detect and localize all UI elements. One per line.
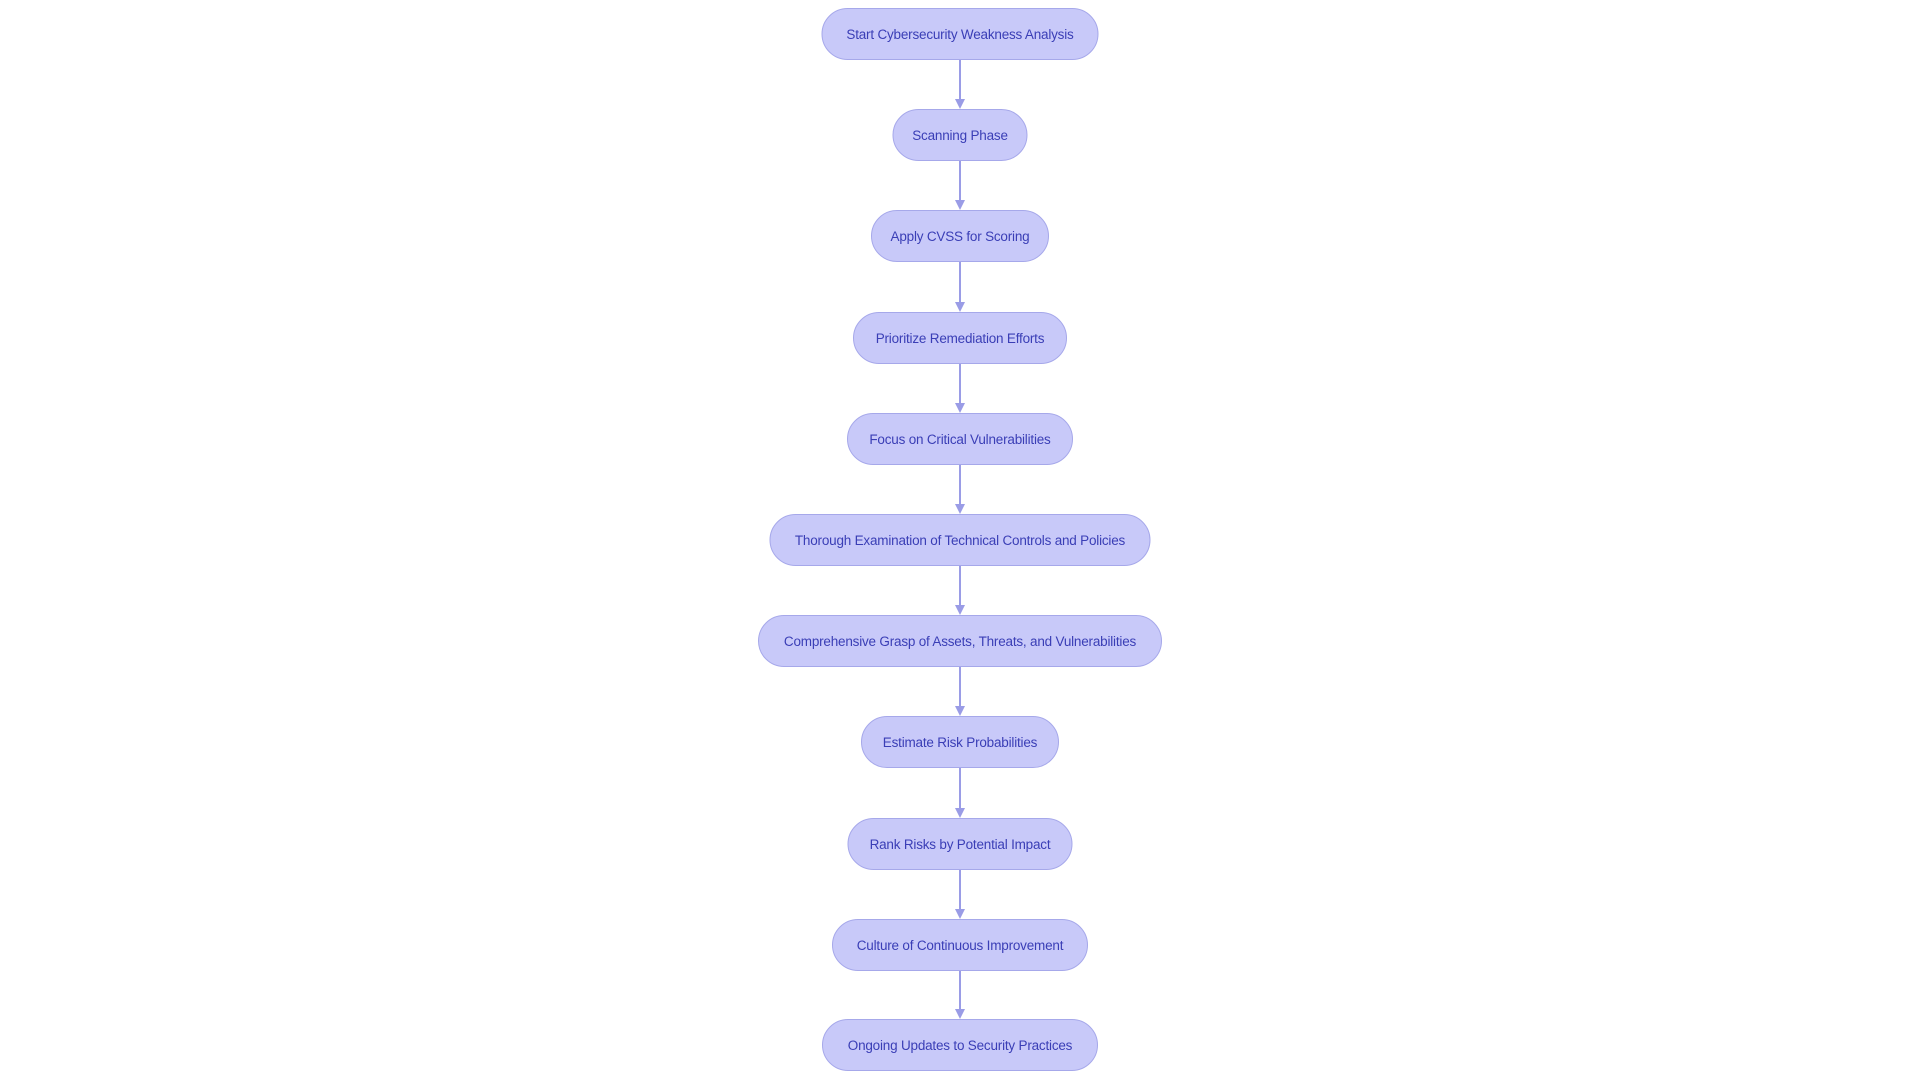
node-label: Scanning Phase <box>912 127 1008 143</box>
flowchart-canvas: Start Cybersecurity Weakness Analysis Sc… <box>0 0 1920 1080</box>
node-ongoing-updates-to-security-practices[interactable]: Ongoing Updates to Security Practices <box>822 1019 1098 1071</box>
node-label: Culture of Continuous Improvement <box>856 937 1064 953</box>
edge-D-E <box>955 364 965 413</box>
node-focus-on-critical-vulnerabilities[interactable]: Focus on Critical Vulnerabilities <box>847 413 1073 465</box>
node-thorough-examination-of-technical-controls[interactable]: Thorough Examination of Technical Contro… <box>769 514 1151 566</box>
node-culture-of-continuous-improvement[interactable]: Culture of Continuous Improvement <box>832 919 1088 971</box>
node-prioritize-remediation-efforts[interactable]: Prioritize Remediation Efforts <box>853 312 1067 364</box>
node-start-cybersecurity-weakness-analysis[interactable]: Start Cybersecurity Weakness Analysis <box>821 8 1099 60</box>
node-label: Ongoing Updates to Security Practices <box>847 1037 1073 1053</box>
node-apply-cvss-for-scoring[interactable]: Apply CVSS for Scoring <box>871 210 1049 262</box>
arrowhead-icon <box>955 808 965 818</box>
arrowhead-icon <box>955 302 965 312</box>
node-label: Estimate Risk Probabilities <box>882 734 1038 750</box>
arrowhead-icon <box>955 706 965 716</box>
edge-I-J <box>955 870 965 919</box>
arrowhead-icon <box>955 403 965 413</box>
edge-G-H <box>955 667 965 716</box>
arrowhead-icon <box>955 99 965 109</box>
node-label: Prioritize Remediation Efforts <box>875 330 1045 346</box>
edge-J-K <box>955 971 965 1019</box>
node-label: Apply CVSS for Scoring <box>890 228 1030 244</box>
edge-C-D <box>955 262 965 312</box>
edge-B-C <box>955 161 965 210</box>
arrowhead-icon <box>955 200 965 210</box>
edge-E-F <box>955 465 965 514</box>
node-label: Comprehensive Grasp of Assets, Threats, … <box>783 633 1137 649</box>
edge-A-B <box>955 60 965 109</box>
node-rank-risks-by-potential-impact[interactable]: Rank Risks by Potential Impact <box>847 818 1073 870</box>
arrowhead-icon <box>955 909 965 919</box>
node-label: Focus on Critical Vulnerabilities <box>869 431 1051 447</box>
arrowhead-icon <box>955 605 965 615</box>
arrowhead-icon <box>955 504 965 514</box>
node-label: Thorough Examination of Technical Contro… <box>794 532 1126 548</box>
node-estimate-risk-probabilities[interactable]: Estimate Risk Probabilities <box>861 716 1059 768</box>
arrowhead-icon <box>955 1009 965 1019</box>
edge-F-G <box>955 566 965 615</box>
node-scanning-phase[interactable]: Scanning Phase <box>892 109 1028 161</box>
node-label: Start Cybersecurity Weakness Analysis <box>846 26 1074 42</box>
edge-H-I <box>955 768 965 818</box>
node-comprehensive-grasp-of-assets[interactable]: Comprehensive Grasp of Assets, Threats, … <box>758 615 1162 667</box>
node-label: Rank Risks by Potential Impact <box>869 836 1051 852</box>
